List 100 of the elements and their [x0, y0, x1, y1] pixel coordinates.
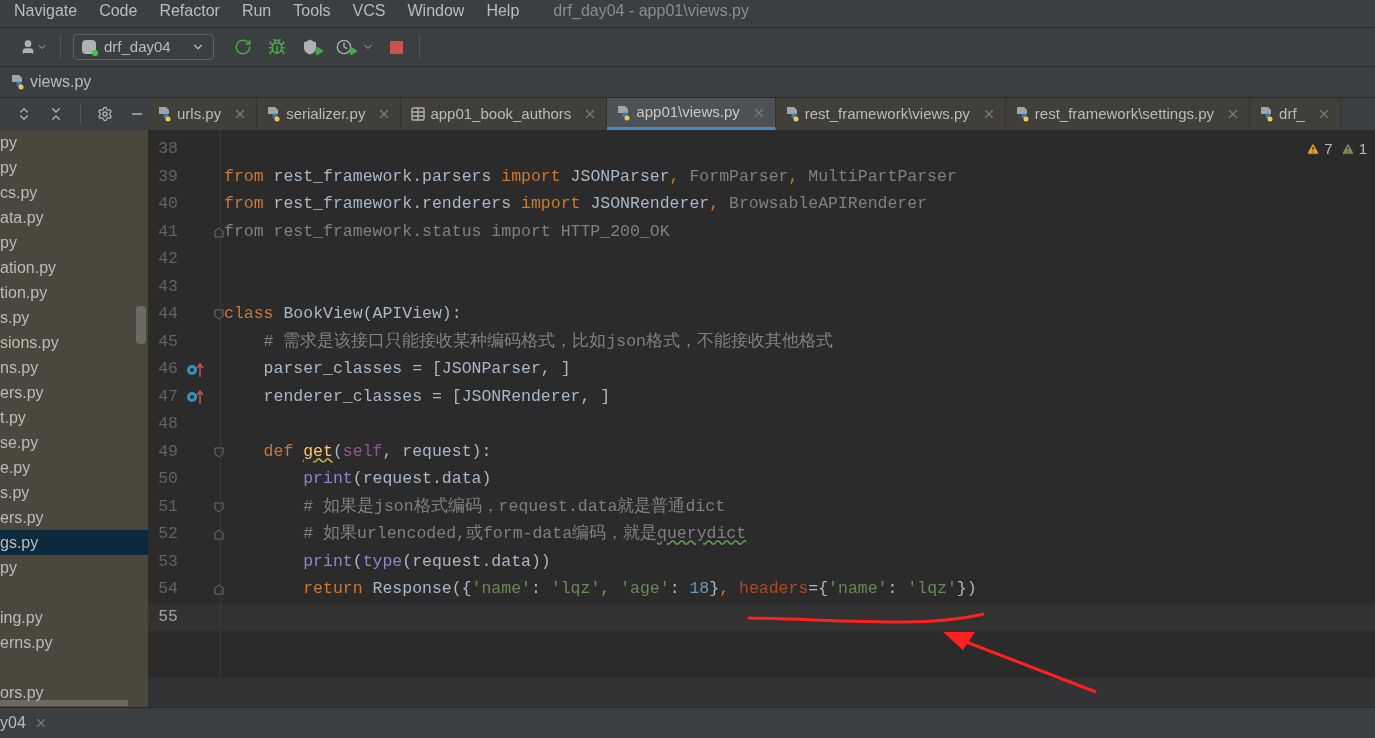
- project-file[interactable]: ers.py: [0, 505, 148, 530]
- code-line: # 如果是json格式编码，request.data就是普通dict: [302, 495, 726, 518]
- editor-tab[interactable]: drf_: [1250, 98, 1341, 130]
- python-file-icon: [1014, 106, 1031, 122]
- override-icon[interactable]: [186, 389, 204, 406]
- editor-tab[interactable]: app01\views.py: [607, 98, 776, 130]
- tab-label: drf_: [1279, 103, 1305, 124]
- rerun-icon[interactable]: [233, 38, 252, 56]
- django-icon: [82, 40, 96, 54]
- breadcrumb-file[interactable]: views.py: [30, 70, 92, 94]
- code-line: from rest_framework.parsers import JSONParser, FormParser, MultiPartParser: [224, 165, 957, 188]
- line-number: 48: [157, 413, 178, 436]
- tab-label: serializer.py: [286, 103, 366, 124]
- line-number: 38: [157, 138, 178, 161]
- project-file[interactable]: ing.py: [0, 605, 148, 630]
- line-number: 49: [157, 440, 178, 463]
- stop-icon[interactable]: [389, 40, 403, 54]
- scrollbar-thumb[interactable]: [136, 306, 146, 344]
- project-file[interactable]: sions.py: [0, 330, 148, 355]
- line-number: 52: [157, 523, 178, 546]
- tab-label: rest_framework\settings.py: [1034, 103, 1215, 124]
- weak-warning-count[interactable]: 1: [1358, 138, 1367, 161]
- project-file[interactable]: t.py: [0, 405, 148, 430]
- project-file[interactable]: e.py: [0, 455, 148, 480]
- coverage-icon[interactable]: [301, 38, 324, 56]
- project-file[interactable]: ers.py: [0, 380, 148, 405]
- profile-icon[interactable]: [335, 38, 374, 56]
- menu-item[interactable]: Run: [241, 0, 272, 23]
- project-file[interactable]: py: [0, 130, 148, 155]
- line-number: 43: [157, 275, 178, 298]
- fold-icon[interactable]: [214, 501, 224, 513]
- editor-tab[interactable]: rest_framework\views.py: [775, 98, 1006, 130]
- menu-item[interactable]: VCS: [352, 0, 386, 23]
- menu-item[interactable]: Navigate: [14, 0, 78, 23]
- fold-icon[interactable]: [214, 584, 224, 596]
- code-line: print(request.data): [302, 468, 492, 491]
- line-number: 53: [157, 550, 178, 573]
- editor-tab[interactable]: serializer.py: [257, 98, 402, 130]
- editor-tab[interactable]: urls.py: [148, 98, 258, 130]
- fold-icon[interactable]: [214, 309, 224, 321]
- line-number: 42: [157, 248, 178, 271]
- line-number: 55: [157, 605, 178, 628]
- tab-label: app01\views.py: [636, 102, 740, 123]
- tab-label: rest_framework\views.py: [804, 103, 970, 124]
- project-file[interactable]: se.py: [0, 430, 148, 455]
- project-file[interactable]: ation.py: [0, 255, 148, 280]
- menu-item[interactable]: Refactor: [159, 0, 220, 23]
- line-number: 41: [157, 220, 178, 243]
- line-number: 54: [157, 578, 178, 601]
- project-file[interactable]: s.py: [0, 305, 148, 330]
- debug-icon[interactable]: [267, 38, 286, 56]
- warning-count[interactable]: 7: [1324, 138, 1333, 161]
- tab-label: urls.py: [177, 103, 222, 124]
- editor-tab[interactable]: app01_book_authors: [401, 98, 608, 130]
- code-line: from rest_framework.renderers import JSONRenderer, BrowsableAPIRenderer: [224, 193, 928, 216]
- line-number: 45: [157, 330, 178, 353]
- line-number: 40: [157, 193, 178, 216]
- project-file[interactable]: cs.py: [0, 180, 148, 205]
- code-line: from rest_framework.status import HTTP_200_OK: [224, 220, 670, 243]
- line-number: 46: [157, 358, 178, 381]
- project-file[interactable]: py: [0, 555, 148, 580]
- project-file[interactable]: py: [0, 155, 148, 180]
- project-file[interactable]: tion.py: [0, 280, 148, 305]
- tool-window-tab[interactable]: y04: [0, 708, 48, 738]
- fold-icon[interactable]: [214, 226, 224, 238]
- user-menu-icon[interactable]: [20, 39, 48, 55]
- project-file[interactable]: ata.py: [0, 205, 148, 230]
- project-file[interactable]: erns.py: [0, 630, 148, 655]
- window-title: drf_day04 - app01\views.py: [553, 1, 749, 21]
- settings-icon[interactable]: [97, 106, 113, 122]
- tool-window-label: y04: [0, 713, 26, 733]
- menu-item[interactable]: Code: [99, 0, 138, 23]
- code-line: renderer_classes = [JSONRenderer, ]: [262, 385, 611, 408]
- tab-label: app01_book_authors: [430, 103, 572, 124]
- project-file[interactable]: gs.py: [0, 530, 148, 555]
- menu-item[interactable]: Tools: [293, 0, 331, 23]
- table-icon: [410, 106, 427, 122]
- project-file[interactable]: s.py: [0, 480, 148, 505]
- scrollbar-thumb[interactable]: [0, 700, 128, 706]
- code-line: # 如果urlencoded,或form-data编码，就是querydict: [302, 523, 747, 546]
- fold-icon[interactable]: [214, 529, 224, 541]
- project-file[interactable]: ors.py: [0, 680, 148, 705]
- weak-warning-icon[interactable]: [1340, 142, 1355, 157]
- project-file[interactable]: py: [0, 230, 148, 255]
- warning-icon[interactable]: [1306, 142, 1321, 157]
- code-line: return Response({'name': 'lqz', 'age': 18}, headers={'name': 'lqz'}): [302, 578, 977, 601]
- python-file-icon: [10, 74, 26, 90]
- line-number: 50: [157, 468, 178, 491]
- code-line: print(type(request.data)): [302, 550, 551, 573]
- fold-icon[interactable]: [214, 446, 224, 458]
- menu-item[interactable]: Window: [407, 0, 465, 23]
- override-icon[interactable]: [186, 361, 204, 378]
- project-file[interactable]: ns.py: [0, 355, 148, 380]
- code-line: parser_classes = [JSONParser, ]: [262, 358, 571, 381]
- code-line: # 需求是该接口只能接收某种编码格式，比如json格式，不能接收其他格式: [262, 330, 834, 353]
- code-line: class BookView(APIView):: [224, 303, 462, 326]
- editor-tab[interactable]: rest_framework\settings.py: [1005, 98, 1251, 130]
- menu-item[interactable]: Help: [486, 0, 520, 23]
- run-config-dropdown[interactable]: drf_day04: [73, 34, 214, 60]
- code-line: def get(self, request):: [262, 440, 492, 463]
